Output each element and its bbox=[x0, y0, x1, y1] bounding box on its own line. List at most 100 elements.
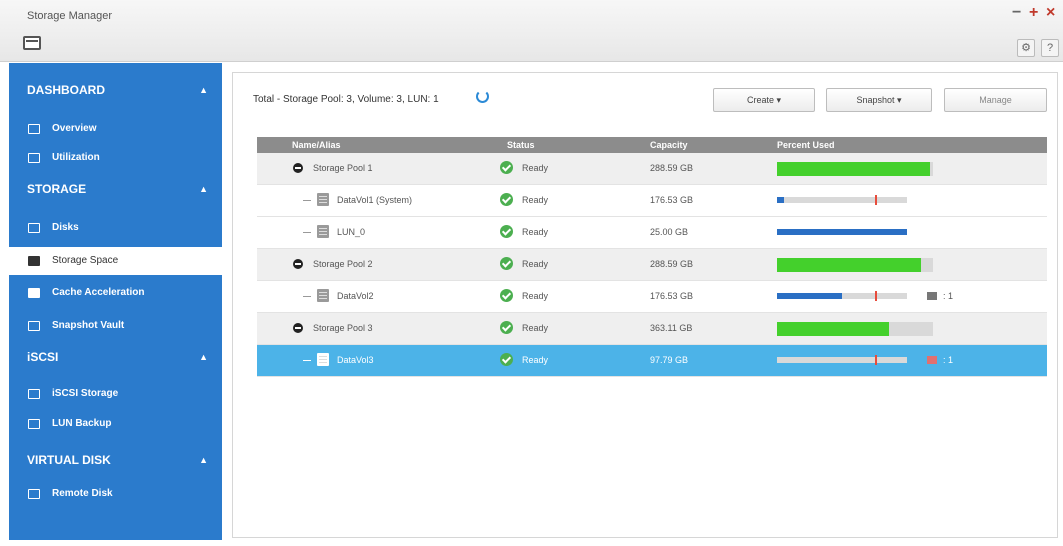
chevron-up-icon[interactable]: ▲ bbox=[199, 174, 208, 204]
sidebar-section-storage[interactable]: STORAGE ▲ bbox=[9, 174, 222, 204]
usage-bar bbox=[777, 195, 907, 205]
usage-bar bbox=[777, 258, 933, 272]
table-row[interactable]: DataVol3 Ready 97.79 GB: 1 bbox=[257, 345, 1047, 377]
table-row[interactable]: Storage Pool 1 Ready 288.59 GB bbox=[257, 153, 1047, 185]
usage-bar-fill bbox=[777, 162, 930, 176]
utilization-icon bbox=[28, 153, 40, 163]
disks-icon bbox=[28, 223, 40, 233]
table-row[interactable]: Storage Pool 3 Ready 363.11 GB bbox=[257, 313, 1047, 345]
table-row[interactable]: Storage Pool 2 Ready 288.59 GB bbox=[257, 249, 1047, 281]
table-row[interactable]: DataVol1 (System) Ready 176.53 GB bbox=[257, 185, 1047, 217]
volume-icon bbox=[317, 193, 329, 206]
snapshot-button[interactable]: Snapshot ▾ bbox=[826, 88, 932, 112]
row-name: Storage Pool 2 bbox=[313, 259, 373, 269]
section-label: STORAGE bbox=[27, 182, 87, 196]
storage-space-icon bbox=[28, 256, 40, 266]
gear-icon[interactable]: ⚙ bbox=[1017, 39, 1035, 57]
title-bar: Storage Manager − + × ⚙ ? bbox=[0, 0, 1063, 62]
sidebar-item-label: Snapshot Vault bbox=[52, 320, 125, 331]
column-header-name[interactable]: Name/Alias bbox=[292, 140, 341, 150]
column-header-percent-used[interactable]: Percent Used bbox=[777, 140, 835, 150]
snapshot-count: : 1 bbox=[943, 355, 954, 365]
section-label: VIRTUAL DISK bbox=[27, 453, 111, 467]
sidebar-item-label: Storage Space bbox=[52, 255, 119, 266]
iscsi-storage-icon bbox=[28, 389, 40, 399]
chevron-up-icon[interactable]: ▲ bbox=[199, 342, 208, 372]
volume-icon bbox=[317, 353, 329, 366]
storage-table: Name/Alias Status Capacity Percent Used … bbox=[257, 137, 1047, 377]
snapshot-count: : 1 bbox=[943, 291, 954, 301]
sidebar-item-storage-space[interactable]: Storage Space bbox=[9, 247, 222, 275]
sidebar-section-dashboard[interactable]: DASHBOARD ▲ bbox=[9, 75, 222, 105]
row-status: Ready bbox=[522, 291, 549, 301]
row-name: DataVol3 bbox=[337, 355, 374, 365]
sidebar-section-virtual-disk[interactable]: VIRTUAL DISK ▲ bbox=[9, 445, 222, 475]
row-name: LUN_0 bbox=[337, 227, 366, 237]
column-header-status[interactable]: Status bbox=[507, 140, 535, 150]
collapse-icon[interactable] bbox=[293, 323, 303, 333]
row-status: Ready bbox=[522, 195, 549, 205]
sidebar-item-lun-backup[interactable]: LUN Backup bbox=[9, 410, 222, 438]
app-menu-icon[interactable] bbox=[23, 36, 41, 50]
sidebar-section-iscsi[interactable]: iSCSI ▲ bbox=[9, 342, 222, 372]
row-status: Ready bbox=[522, 227, 549, 237]
section-label: iSCSI bbox=[27, 350, 59, 364]
table-body: Storage Pool 1 Ready 288.59 GB DataVol1 (Sy… bbox=[257, 153, 1047, 377]
status-ok-icon bbox=[500, 257, 513, 270]
sidebar-item-utilization[interactable]: Utilization bbox=[9, 144, 222, 172]
remote-disk-icon bbox=[28, 489, 40, 499]
sidebar-item-label: Remote Disk bbox=[52, 488, 113, 499]
row-status: Ready bbox=[522, 163, 549, 173]
collapse-icon[interactable] bbox=[293, 259, 303, 269]
usage-bar-fill bbox=[777, 229, 907, 235]
sidebar-item-overview[interactable]: Overview bbox=[9, 115, 222, 143]
sidebar-item-disks[interactable]: Disks bbox=[9, 214, 222, 242]
row-capacity: 176.53 GB bbox=[650, 195, 694, 205]
refresh-icon[interactable] bbox=[476, 90, 489, 103]
threshold-marker bbox=[874, 291, 877, 301]
usage-bar-fill bbox=[777, 293, 842, 299]
sidebar-item-label: iSCSI Storage bbox=[52, 388, 119, 399]
manage-button[interactable]: Manage bbox=[944, 88, 1047, 112]
row-status: Ready bbox=[522, 355, 549, 365]
row-status: Ready bbox=[522, 323, 549, 333]
sidebar-item-label: Overview bbox=[52, 123, 97, 134]
sidebar-item-cache-acceleration[interactable]: Cache Acceleration bbox=[9, 279, 222, 307]
status-ok-icon bbox=[500, 353, 513, 366]
table-header: Name/Alias Status Capacity Percent Used bbox=[257, 137, 1047, 153]
close-button[interactable]: × bbox=[1046, 4, 1055, 22]
row-name: Storage Pool 1 bbox=[313, 163, 373, 173]
sidebar-item-snapshot-vault[interactable]: Snapshot Vault bbox=[9, 312, 222, 340]
tree-connector bbox=[303, 232, 311, 233]
row-capacity: 176.53 GB bbox=[650, 291, 694, 301]
usage-bar-fill bbox=[777, 197, 784, 203]
sidebar-item-iscsi-storage[interactable]: iSCSI Storage bbox=[9, 380, 222, 408]
create-button[interactable]: Create ▾ bbox=[713, 88, 815, 112]
summary-text: Total - Storage Pool: 3, Volume: 3, LUN:… bbox=[253, 94, 439, 105]
chevron-up-icon[interactable]: ▲ bbox=[199, 445, 208, 475]
status-ok-icon bbox=[500, 225, 513, 238]
status-ok-icon bbox=[500, 161, 513, 174]
chevron-up-icon[interactable]: ▲ bbox=[199, 75, 208, 105]
usage-bar bbox=[777, 162, 933, 176]
sidebar-item-label: Cache Acceleration bbox=[52, 287, 145, 298]
row-capacity: 288.59 GB bbox=[650, 163, 694, 173]
row-name: DataVol1 (System) bbox=[337, 195, 413, 205]
snapshot-icon[interactable] bbox=[927, 356, 937, 364]
row-status: Ready bbox=[522, 259, 549, 269]
row-name: Storage Pool 3 bbox=[313, 323, 373, 333]
snapshot-icon[interactable] bbox=[927, 292, 937, 300]
table-row[interactable]: LUN_0 Ready 25.00 GB bbox=[257, 217, 1047, 249]
table-row[interactable]: DataVol2 Ready 176.53 GB: 1 bbox=[257, 281, 1047, 313]
row-capacity: 288.59 GB bbox=[650, 259, 694, 269]
main-panel: Total - Storage Pool: 3, Volume: 3, LUN:… bbox=[232, 72, 1058, 538]
minimize-button[interactable]: − bbox=[1012, 4, 1021, 22]
sidebar-item-label: LUN Backup bbox=[52, 418, 112, 429]
help-icon[interactable]: ? bbox=[1041, 39, 1059, 57]
maximize-button[interactable]: + bbox=[1029, 4, 1038, 22]
collapse-icon[interactable] bbox=[293, 163, 303, 173]
column-header-capacity[interactable]: Capacity bbox=[650, 140, 688, 150]
usage-bar bbox=[777, 291, 907, 301]
sidebar-item-remote-disk[interactable]: Remote Disk bbox=[9, 480, 222, 508]
usage-bar-fill bbox=[777, 258, 921, 272]
